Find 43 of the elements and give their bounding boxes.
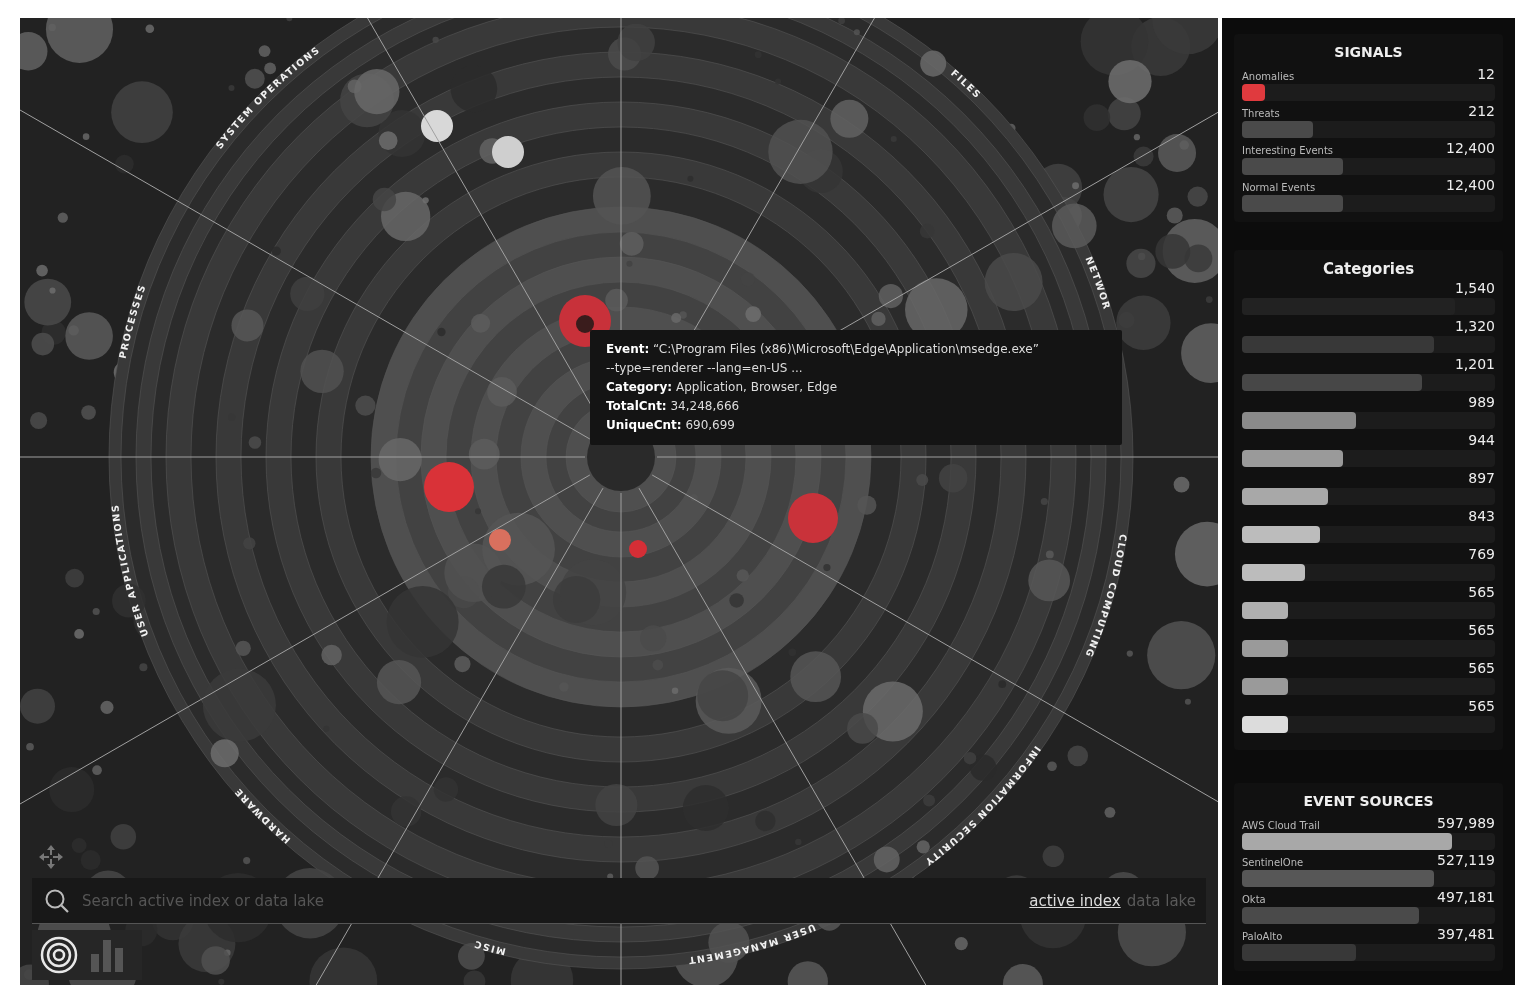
bar-value: 527,119 xyxy=(1437,852,1495,868)
bar-value: 565 xyxy=(1468,660,1495,676)
bar-label: Anomalies xyxy=(1242,71,1295,82)
card-title: SIGNALS xyxy=(1333,44,1404,60)
bar-label: Okta xyxy=(1242,894,1266,905)
bar-value: 565 xyxy=(1468,622,1495,638)
bar-chart-view-icon[interactable] xyxy=(90,938,124,972)
bar-value: 212 xyxy=(1468,103,1495,119)
search-icon xyxy=(44,887,70,914)
tooltip-line: TotalCnt: 34,248,666 xyxy=(606,398,741,415)
bar-label: Normal Events xyxy=(1242,182,1316,193)
bar-value: 1,320 xyxy=(1454,318,1495,334)
bar-value: 565 xyxy=(1468,698,1495,714)
radial-view-icon[interactable] xyxy=(40,936,78,974)
bar-value: 12,400 xyxy=(1446,177,1495,193)
bar-value: 497,181 xyxy=(1437,889,1495,905)
bar-value: 769 xyxy=(1468,546,1495,562)
bar-value: 397,481 xyxy=(1437,926,1495,942)
bar-label: Threats xyxy=(1242,108,1280,119)
tooltip-line: Event: “C:\Program Files (x86)\Microsoft\Edge\Application\msedge.exe” xyxy=(606,341,1040,358)
bar-value: 12 xyxy=(1477,66,1495,82)
tooltip-line: Category: Application, Browser, Edge xyxy=(606,379,839,396)
sector-label: MISC xyxy=(471,938,507,959)
bar-label: SentinelOne xyxy=(1242,857,1304,868)
tooltip-line: --type=renderer --lang=en-US ... xyxy=(606,360,804,377)
bar-label: PaloAlto xyxy=(1242,931,1283,942)
bar-value: 565 xyxy=(1468,584,1495,600)
search-field[interactable]: Search active index or data lake active index data lake xyxy=(32,878,1206,924)
bar-value: 597,989 xyxy=(1437,815,1495,831)
bar-value: 12,400 xyxy=(1446,140,1495,156)
card-title: EVENT SOURCES xyxy=(1302,793,1435,809)
bar-value: 1,201 xyxy=(1454,356,1495,372)
bar-value: 989 xyxy=(1468,394,1495,410)
bar-value: 1,540 xyxy=(1454,280,1495,296)
bar-value: 843 xyxy=(1468,508,1495,524)
scope-link[interactable]: active index xyxy=(1029,891,1121,910)
bar-value: 897 xyxy=(1468,470,1495,486)
bar-label: Interesting Events xyxy=(1242,145,1334,156)
tooltip-line: UniqueCnt: 690,699 xyxy=(606,417,736,434)
card-title: Categories xyxy=(1321,260,1416,278)
bar-value: 944 xyxy=(1468,432,1495,448)
move-icon[interactable] xyxy=(38,844,64,870)
bar-label: AWS Cloud Trail xyxy=(1242,820,1320,831)
